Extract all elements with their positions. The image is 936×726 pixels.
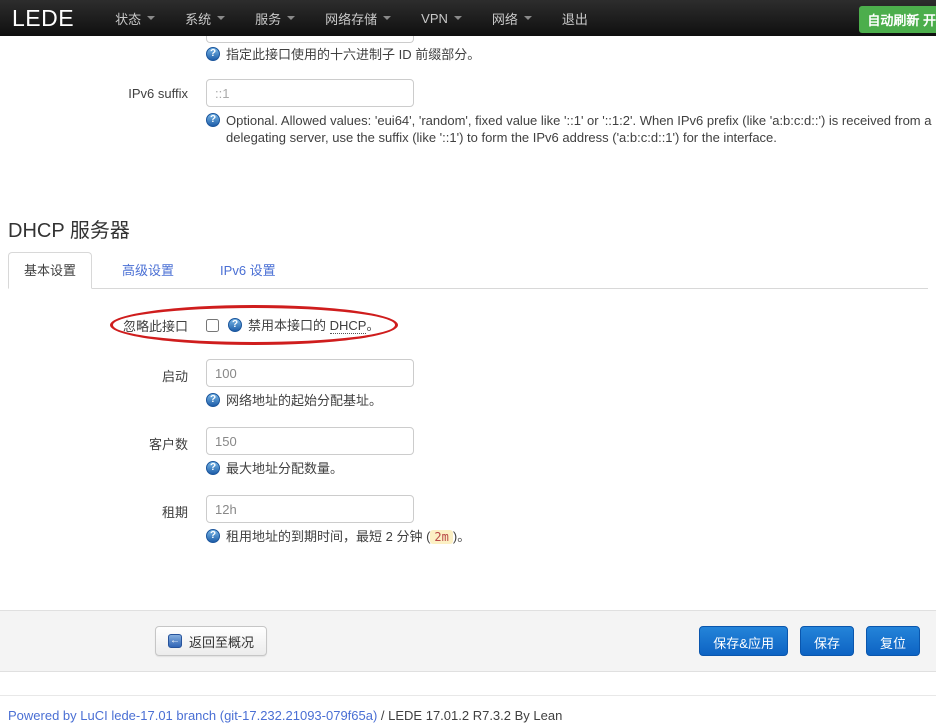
dhcp-limit-hint: 最大地址分配数量。: [206, 460, 936, 477]
content-area: 指定此接口使用的十六进制子 ID 前缀部分。 IPv6 suffix Optio…: [0, 36, 936, 723]
page-actions-bar: 返回至概况 保存&应用 保存 复位: [0, 610, 936, 672]
dhcp-abbr: DHCP: [330, 318, 367, 334]
back-arrow-icon: [168, 634, 182, 648]
nav-item-nas[interactable]: 网络存储: [310, 0, 406, 36]
chevron-down-icon: [217, 16, 225, 20]
nav-item-network[interactable]: 网络: [477, 0, 547, 36]
top-navbar: LEDE 状态 系统 服务 网络存储 VPN 网络 退出 自动刷新 开: [0, 0, 936, 36]
nav-item-system[interactable]: 系统: [170, 0, 240, 36]
ipv6-suffix-input[interactable]: [206, 79, 414, 107]
hint-text: 租用地址的到期时间，最短 2 分钟 (: [226, 529, 430, 544]
dhcp-tabbar: 基本设置 高级设置 IPv6 设置: [8, 253, 928, 289]
help-icon: [228, 318, 242, 332]
hint-text: Optional. Allowed values: 'eui64', 'rand…: [226, 112, 932, 146]
nav-item-label: VPN: [421, 11, 448, 26]
luci-branch-link[interactable]: Powered by LuCI lede-17.01 branch (git-1…: [8, 708, 377, 723]
dhcp-start-input[interactable]: [206, 359, 414, 387]
nav-item-label: 网络存储: [325, 9, 377, 28]
dhcp-limit-row: 客户数 最大地址分配数量。: [0, 427, 936, 477]
help-icon: [206, 393, 220, 407]
chevron-down-icon: [524, 16, 532, 20]
help-icon: [206, 113, 220, 127]
hint-text: 指定此接口使用的十六进制子 ID 前缀部分。: [226, 46, 480, 63]
field-label: 客户数: [0, 427, 188, 477]
dhcp-leasetime-hint: 租用地址的到期时间，最短 2 分钟 (2m)。: [206, 528, 936, 546]
nav-item-label: 网络: [492, 9, 518, 28]
dhcp-section-title: DHCP 服务器: [8, 219, 936, 243]
dhcp-leasetime-row: 租期 租用地址的到期时间，最短 2 分钟 (2m)。: [0, 495, 936, 546]
nav-item-label: 服务: [255, 9, 281, 28]
form-action-buttons: 保存&应用 保存 复位: [699, 626, 920, 656]
auto-refresh-toggle[interactable]: 自动刷新 开: [859, 6, 936, 33]
ignore-interface-hint: 禁用本接口的 DHCP。: [228, 317, 379, 334]
field-label: 租期: [0, 495, 188, 546]
hint-text: 。: [366, 318, 379, 333]
footer-version-text: / LEDE 17.01.2 R7.3.2 By Lean: [377, 708, 562, 723]
nav-item-label: 退出: [562, 9, 588, 28]
ignore-interface-row: 忽略此接口 禁用本接口的 DHCP。: [0, 315, 936, 335]
dhcp-start-hint: 网络地址的起始分配基址。: [206, 392, 936, 409]
hint-text: 租用地址的到期时间，最短 2 分钟 (2m)。: [226, 528, 470, 546]
footer: Powered by LuCI lede-17.01 branch (git-1…: [0, 696, 936, 723]
nav-item-label: 状态: [115, 9, 141, 28]
save-apply-button[interactable]: 保存&应用: [699, 626, 788, 656]
nav-item-services[interactable]: 服务: [240, 0, 310, 36]
code-chip: 2m: [430, 530, 452, 544]
ipv6-suffix-hint: Optional. Allowed values: 'eui64', 'rand…: [206, 112, 932, 146]
hint-text: 禁用本接口的 DHCP。: [248, 317, 379, 334]
hex-prefix-hint: 指定此接口使用的十六进制子 ID 前缀部分。: [206, 46, 936, 63]
nav-item-vpn[interactable]: VPN: [406, 0, 477, 36]
tab-ipv6-settings[interactable]: IPv6 设置: [204, 252, 292, 289]
nav-item-label: 系统: [185, 9, 211, 28]
button-label: 返回至概况: [189, 632, 254, 651]
tab-advanced-settings[interactable]: 高级设置: [106, 252, 190, 289]
hint-text: 最大地址分配数量。: [226, 460, 343, 477]
hint-text: 禁用本接口的: [248, 318, 330, 333]
chevron-down-icon: [454, 16, 462, 20]
help-icon: [206, 529, 220, 543]
hint-text: 网络地址的起始分配基址。: [226, 392, 382, 409]
dhcp-leasetime-input[interactable]: [206, 495, 414, 523]
help-icon: [206, 47, 220, 61]
ipv6-suffix-row: IPv6 suffix Optional. Allowed values: 'e…: [0, 79, 936, 146]
hint-text: )。: [453, 529, 470, 544]
field-label: IPv6 suffix: [0, 79, 188, 146]
chevron-down-icon: [287, 16, 295, 20]
tab-basic-settings[interactable]: 基本设置: [8, 252, 92, 289]
field-label: 忽略此接口: [0, 315, 188, 335]
chevron-down-icon: [383, 16, 391, 20]
lede-logo[interactable]: LEDE: [12, 5, 74, 32]
dhcp-limit-input[interactable]: [206, 427, 414, 455]
reset-button[interactable]: 复位: [866, 626, 920, 656]
cropped-input-field[interactable]: [206, 36, 414, 43]
back-to-overview-button[interactable]: 返回至概况: [155, 626, 267, 656]
dhcp-basic-form: 忽略此接口 禁用本接口的 DHCP。 启动 网络地址的起始分配基址。: [0, 315, 936, 546]
save-button[interactable]: 保存: [800, 626, 854, 656]
chevron-down-icon: [147, 16, 155, 20]
nav-item-logout[interactable]: 退出: [547, 0, 603, 36]
dhcp-start-row: 启动 网络地址的起始分配基址。: [0, 359, 936, 409]
help-icon: [206, 461, 220, 475]
nav-item-status[interactable]: 状态: [100, 0, 170, 36]
ignore-interface-checkbox[interactable]: [206, 319, 219, 332]
field-label: 启动: [0, 359, 188, 409]
